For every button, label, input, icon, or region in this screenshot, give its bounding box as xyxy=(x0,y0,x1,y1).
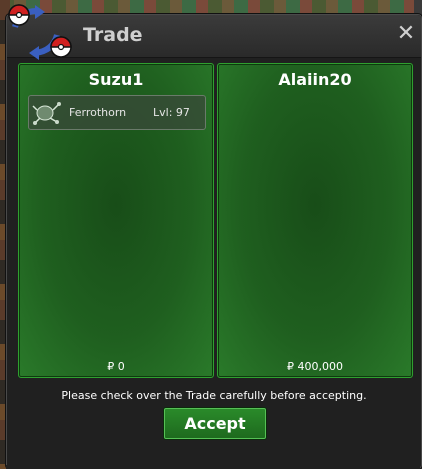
window-title: Trade xyxy=(83,24,143,46)
offer-panel-left[interactable]: Suzu1 Ferrothorn Lvl: 97 ₽ 0 xyxy=(18,63,214,378)
offer-panel-right: Alaiin20 ₽ 400,000 xyxy=(217,63,413,378)
swap-pokeballs-icon xyxy=(8,4,72,60)
close-icon[interactable]: ✕ xyxy=(395,23,417,45)
trade-window: Trade ✕ Suzu1 Ferrothorn Lvl: 97 ₽ 0 Ala… xyxy=(6,4,422,469)
accept-button[interactable]: Accept xyxy=(164,408,266,439)
player-name-left: Suzu1 xyxy=(88,70,144,89)
item-pokemon-name: Ferrothorn xyxy=(69,106,127,119)
trade-item-slot[interactable]: Ferrothorn Lvl: 97 xyxy=(28,95,206,130)
money-offer-right: ₽ 400,000 xyxy=(287,360,343,373)
background-bottom xyxy=(6,465,420,469)
player-name-right: Alaiin20 xyxy=(278,70,352,89)
title-bar[interactable]: Trade ✕ xyxy=(7,4,421,60)
item-pokemon-level: Lvl: 97 xyxy=(153,106,190,119)
money-offer-left: ₽ 0 xyxy=(107,360,125,373)
trade-warning-note: Please check over the Trade carefully be… xyxy=(61,389,367,402)
ferrothorn-sprite-icon xyxy=(32,102,61,125)
